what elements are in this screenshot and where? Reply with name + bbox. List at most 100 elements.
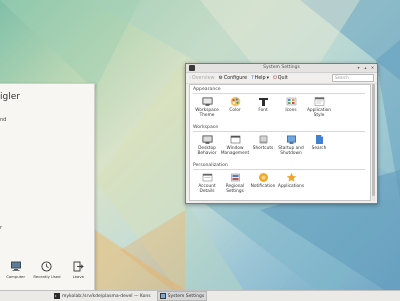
quit-label: Quit <box>277 75 288 81</box>
back-arrow-icon: ‹ <box>189 75 191 81</box>
icons-item[interactable]: Icons <box>277 96 305 118</box>
close-icon[interactable]: ✕ <box>370 65 375 70</box>
clock-icon <box>41 261 53 272</box>
application-launcher: igler nd r Computer Recently Used Leave <box>0 83 95 292</box>
font-icon <box>258 98 268 106</box>
section-title: Personalization <box>193 163 228 168</box>
applications-item[interactable]: Applications <box>277 172 305 194</box>
workspace-theme-item[interactable]: Workspace Theme <box>193 96 221 118</box>
icons-icon <box>286 97 296 106</box>
notification-item[interactable]: Notification <box>249 172 277 194</box>
launcher-item[interactable] <box>0 150 90 162</box>
divider <box>193 169 365 170</box>
startup-shutdown-icon <box>286 135 296 144</box>
window-titlebar[interactable]: System Settings ▾ ▴ ✕ <box>186 64 377 73</box>
leave-button[interactable]: Leave <box>68 261 88 289</box>
shortcuts-item[interactable]: Shortcuts <box>249 134 277 156</box>
workspace-theme-icon <box>202 97 212 106</box>
window-management-icon <box>230 135 240 144</box>
color-item[interactable]: Color <box>221 96 249 118</box>
help-label: Help <box>254 75 266 81</box>
window-title: System Settings <box>263 65 300 70</box>
system-settings-window: System Settings ▾ ▴ ✕ ‹ Overview ⚙ Confi… <box>185 63 378 204</box>
divider <box>193 93 365 94</box>
font-item[interactable]: Font <box>249 96 277 118</box>
launcher-list: nd r <box>0 114 90 234</box>
desktop-behavior-label: Desktop Behavior <box>197 146 217 157</box>
search-label: Search <box>311 146 327 151</box>
leave-label: Leave <box>72 274 84 279</box>
section-title: Workspace <box>193 125 219 130</box>
search-item[interactable]: Search <box>305 134 333 156</box>
divider <box>193 131 365 132</box>
regional-settings-item[interactable]: Regional Settings <box>221 172 249 194</box>
launcher-item[interactable] <box>0 210 90 222</box>
section-personalization: Personalization Account Details Regional… <box>193 163 365 194</box>
settings-icon <box>159 293 166 299</box>
overview-button[interactable]: ‹ Overview <box>189 76 215 81</box>
user-name: igler <box>0 92 20 102</box>
desktop-behavior-icon <box>202 135 212 144</box>
launcher-item[interactable] <box>0 186 90 198</box>
shortcuts-icon <box>259 135 267 144</box>
chevron-down-icon: ▾ <box>266 75 269 81</box>
configure-icon: ⚙ <box>218 75 223 81</box>
color-icon <box>230 96 240 107</box>
section-appearance: Appearance Workspace Theme Color Font Ic… <box>193 87 365 118</box>
startup-shutdown-label: Startup and Shutdown <box>278 146 304 157</box>
regional-settings-icon <box>230 173 240 182</box>
minimize-icon[interactable]: ▾ <box>356 65 361 70</box>
recently-used-label: Recently Used <box>33 274 61 279</box>
launcher-item[interactable] <box>0 138 90 150</box>
launcher-item[interactable] <box>0 198 90 210</box>
desktop-behavior-item[interactable]: Desktop Behavior <box>193 134 221 156</box>
color-label: Color <box>229 108 241 113</box>
launcher-item[interactable] <box>0 174 90 186</box>
recently-used-button[interactable]: Recently Used <box>33 261 61 289</box>
maximize-icon[interactable]: ▴ <box>363 65 368 70</box>
notification-icon <box>258 173 268 182</box>
shortcuts-label: Shortcuts <box>252 146 274 151</box>
settings-content: Appearance Workspace Theme Color Font Ic… <box>189 84 371 201</box>
quit-icon: ⏻ <box>272 76 277 81</box>
configure-button[interactable]: ⚙ Configure <box>219 76 248 81</box>
application-style-item[interactable]: Application Style <box>305 96 333 118</box>
regional-settings-label: Regional Settings <box>225 184 245 195</box>
task-label: mykolab:/srv/kde/plasma-devel — Kons <box>62 293 151 299</box>
applications-icon <box>286 172 296 182</box>
workspace-theme-label: Workspace Theme <box>195 108 219 119</box>
launcher-tabs: Computer Recently Used Leave <box>0 261 94 289</box>
application-style-icon <box>314 97 324 106</box>
terminal-icon <box>54 293 60 299</box>
launcher-item[interactable] <box>0 162 90 174</box>
launcher-item[interactable]: nd <box>0 114 90 126</box>
account-details-item[interactable]: Account Details <box>193 172 221 194</box>
section-title: Appearance <box>193 87 221 92</box>
configure-label: Configure <box>223 75 248 81</box>
launcher-item[interactable]: r <box>0 222 90 234</box>
vertical-scrollbar[interactable] <box>372 84 375 201</box>
computer-icon <box>10 261 21 271</box>
window-toolbar: ‹ Overview ⚙ Configure ? Help ▾ ⏻ Quit S… <box>186 73 377 84</box>
scrollbar-thumb[interactable] <box>372 84 375 196</box>
quit-button[interactable]: ⏻ Quit <box>272 75 288 82</box>
notification-label: Notification <box>250 184 276 189</box>
launcher-item[interactable] <box>0 126 90 138</box>
window-management-item[interactable]: Window Management <box>221 134 249 156</box>
application-style-label: Application Style <box>306 108 331 119</box>
taskbar: mykolab:/srv/kde/plasma-devel — Kons Sys… <box>0 290 400 301</box>
search-icon <box>315 135 323 144</box>
search-input[interactable]: Search <box>332 74 374 82</box>
computer-label: Computer <box>6 274 26 279</box>
applications-label: Applications <box>277 184 305 189</box>
help-icon: ? <box>251 75 254 81</box>
help-button[interactable]: ? Help ▾ <box>251 76 269 81</box>
task-label: System Settings <box>167 293 205 299</box>
task-konsole[interactable]: mykolab:/srv/kde/plasma-devel — Kons <box>52 292 153 300</box>
computer-button[interactable]: Computer <box>6 261 26 289</box>
startup-shutdown-item[interactable]: Startup and Shutdown <box>277 134 305 156</box>
section-workspace: Workspace Desktop Behavior Window Manage… <box>193 125 365 156</box>
account-details-label: Account Details <box>198 184 216 195</box>
font-label: Font <box>258 108 268 113</box>
icons-label: Icons <box>285 108 297 113</box>
